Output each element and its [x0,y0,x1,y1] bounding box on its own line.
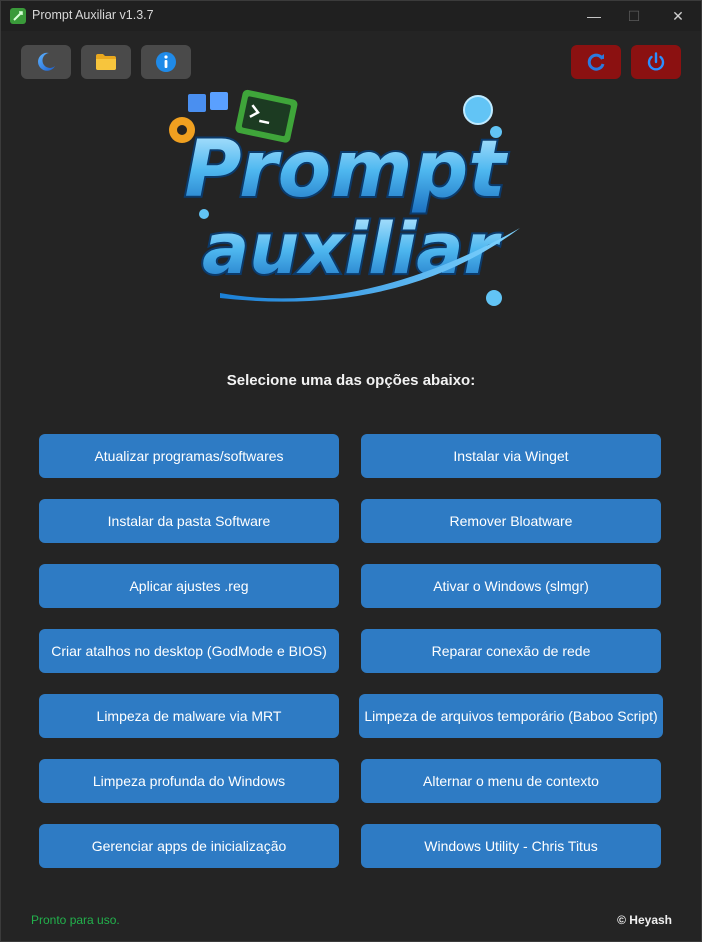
install-winget-button[interactable]: Instalar via Winget [361,434,661,478]
windows-utility-button[interactable]: Windows Utility - Chris Titus [361,824,661,868]
toggle-context-menu-button[interactable]: Alternar o menu de contexto [361,759,661,803]
refresh-icon [587,53,605,71]
windows-tiles-icon [188,92,228,112]
mrt-malware-cleanup-button[interactable]: Limpeza de malware via MRT [39,694,339,738]
logo-text-auxiliar: auxiliar [202,208,502,290]
apply-reg-tweaks-button[interactable]: Aplicar ajustes .reg [39,564,339,608]
maximize-button[interactable]: ☐ [611,1,657,31]
window-title: Prompt Auxiliar v1.3.7 [32,8,154,22]
theme-toggle-button[interactable] [21,45,71,79]
credit-text: © Heyash [617,913,672,927]
folder-icon [96,54,116,70]
remove-bloatware-button[interactable]: Remover Bloatware [361,499,661,543]
restart-button[interactable] [571,45,621,79]
exit-button[interactable] [631,45,681,79]
power-icon [647,52,665,71]
logo-text-prompt: Prompt [184,125,508,215]
update-programs-button[interactable]: Atualizar programas/softwares [39,434,339,478]
app-logo: Prompt auxiliar [169,89,520,306]
title-bar: Prompt Auxiliar v1.3.7 — ☐ ✕ [1,1,701,31]
about-button[interactable] [141,45,191,79]
temp-files-cleanup-button[interactable]: Limpeza de arquivos temporário (Baboo Sc… [359,694,663,738]
app-icon [10,8,26,24]
install-software-folder-button[interactable]: Instalar da pasta Software [39,499,339,543]
deep-clean-windows-button[interactable]: Limpeza profunda do Windows [39,759,339,803]
activate-windows-button[interactable]: Ativar o Windows (slmgr) [361,564,661,608]
info-icon [156,52,176,72]
manage-startup-apps-button[interactable]: Gerenciar apps de inicialização [39,824,339,868]
create-desktop-shortcuts-button[interactable]: Criar atalhos no desktop (GodMode e BIOS… [39,629,339,673]
open-folder-button[interactable] [81,45,131,79]
moon-icon [38,52,55,71]
repair-network-button[interactable]: Reparar conexão de rede [361,629,661,673]
status-text: Pronto para uso. [31,913,120,927]
options-heading: Selecione uma das opções abaixo: [226,372,476,389]
close-button[interactable]: ✕ [655,1,701,31]
